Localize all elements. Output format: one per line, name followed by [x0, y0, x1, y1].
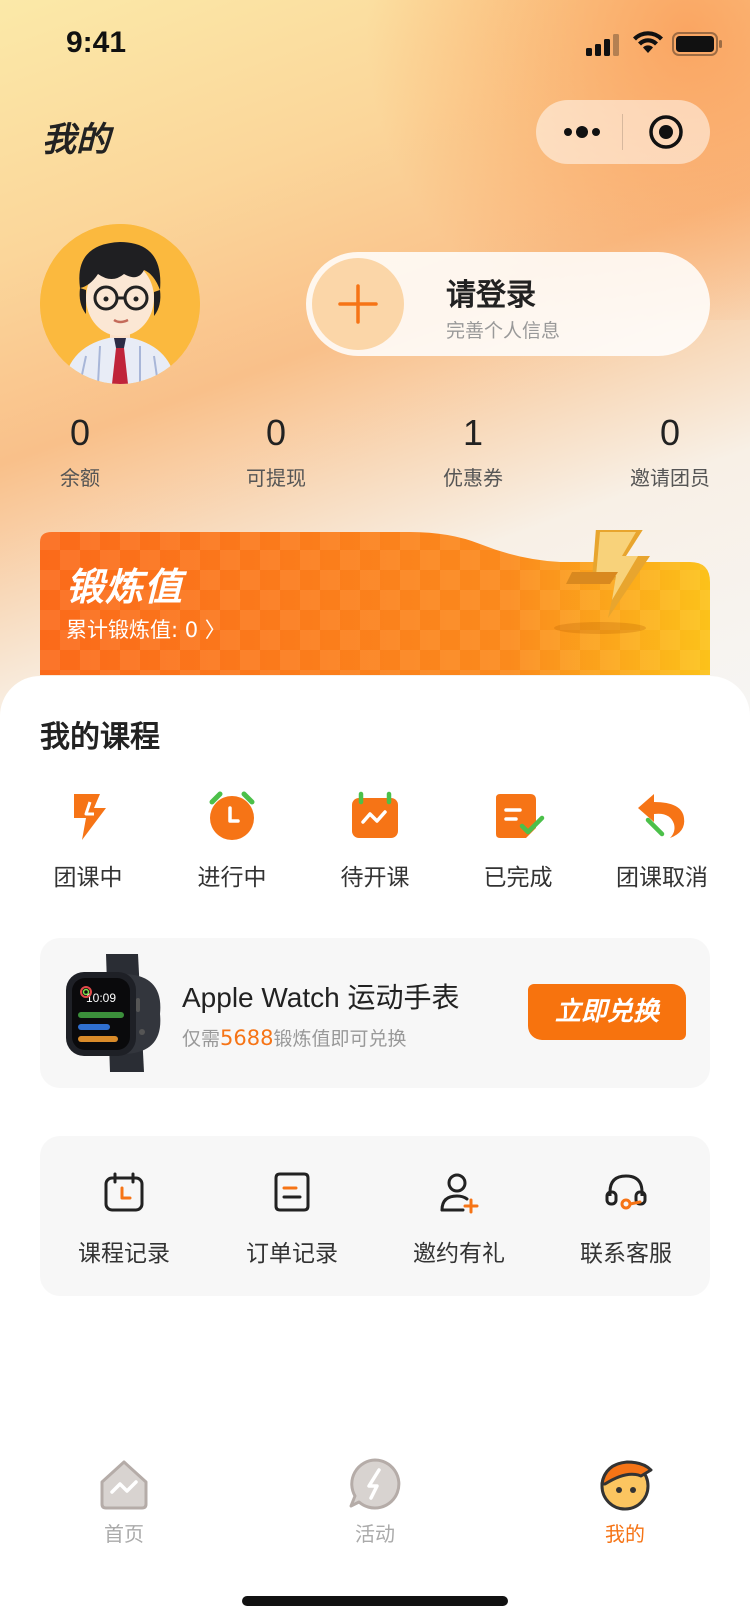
stat-value: 0 [69, 412, 91, 453]
promo-points-value: 5688 [220, 1026, 274, 1050]
home-indicator [242, 1596, 508, 1606]
exercise-value-banner[interactable]: 锻炼值 累计锻炼值: 0 〉 [40, 530, 710, 675]
lightning-icon [74, 794, 106, 840]
stat-balance[interactable]: 0 余额 [10, 410, 150, 491]
tool-label: 订单记录 [246, 1241, 338, 1267]
add-user-icon [440, 1173, 479, 1214]
cellular-signal-icon [586, 34, 619, 56]
alarm-clock-icon [209, 791, 255, 840]
banner-subtitle[interactable]: 累计锻炼值: 0 〉 [66, 614, 226, 644]
activity-icon [349, 1458, 401, 1510]
course-pending[interactable]: 待开课 [303, 788, 447, 892]
tab-activity[interactable]: 活动 [315, 1456, 435, 1547]
login-plus-button[interactable] [312, 258, 404, 350]
tool-invite-gift[interactable]: 邀约有礼 [375, 1170, 543, 1268]
bottom-tab-bar: 首页 活动 我的 [0, 1456, 750, 1576]
tool-order-records[interactable]: 订单记录 [208, 1170, 376, 1268]
stat-coupons[interactable]: 1 优惠券 [403, 410, 543, 491]
document-check-icon [496, 794, 545, 838]
course-item-label: 待开课 [340, 865, 410, 891]
course-item-label: 已完成 [483, 865, 553, 891]
tab-label: 我的 [605, 1522, 645, 1546]
stat-value: 0 [659, 412, 681, 453]
login-title[interactable]: 请登录 [446, 270, 536, 314]
undo-arrow-icon [638, 794, 685, 838]
headset-icon [605, 1174, 647, 1210]
course-status-row: 团课中 进行中 待开课 已完成 团课取消 [0, 788, 750, 898]
mine-icon [600, 1460, 653, 1511]
close-target-icon[interactable] [648, 114, 684, 150]
mini-program-capsule [536, 100, 710, 164]
login-card[interactable]: 请登录 完善个人信息 [306, 252, 710, 356]
tool-label: 课程记录 [78, 1241, 170, 1267]
tab-home[interactable]: 首页 [64, 1456, 184, 1547]
stat-withdrawable[interactable]: 0 可提现 [206, 410, 346, 491]
account-stats: 0 余额 0 可提现 1 优惠券 0 邀请团员 [0, 410, 750, 500]
course-grouping[interactable]: 团课中 [16, 788, 160, 892]
plus-icon [338, 284, 378, 324]
avatar[interactable] [40, 224, 200, 384]
tool-label: 邀约有礼 [413, 1241, 505, 1267]
stat-label: 邀请团员 [630, 466, 710, 490]
redeem-now-button[interactable]: 立即兑换 [528, 984, 686, 1040]
stat-label: 优惠券 [443, 466, 503, 490]
stat-invited-members[interactable]: 0 邀请团员 [600, 410, 740, 491]
course-in-progress[interactable]: 进行中 [160, 788, 304, 892]
tool-label: 联系客服 [580, 1241, 672, 1267]
stat-value: 0 [265, 412, 287, 453]
tab-label: 首页 [104, 1522, 144, 1546]
course-cancelled[interactable]: 团课取消 [590, 788, 734, 892]
calendar-outline-icon [104, 1172, 144, 1212]
status-bar: 9:41 [0, 0, 750, 88]
tool-customer-service[interactable]: 联系客服 [542, 1170, 710, 1268]
course-item-label: 团课取消 [616, 865, 708, 891]
calendar-icon [352, 791, 398, 838]
promo-sub-suffix: 锻炼值即可兑换 [273, 1028, 407, 1050]
service-tools: 课程记录 订单记录 邀约有礼 联系客服 [40, 1136, 710, 1296]
avatar-illustration [40, 224, 200, 384]
course-item-label: 团课中 [53, 865, 123, 891]
banner-title: 锻炼值 [66, 565, 184, 609]
course-completed[interactable]: 已完成 [446, 788, 590, 892]
course-item-label: 进行中 [197, 865, 267, 891]
tab-label: 活动 [355, 1522, 395, 1546]
more-dots-icon[interactable] [562, 122, 602, 142]
stat-value: 1 [462, 412, 484, 453]
battery-icon [672, 32, 722, 56]
promo-title: Apple Watch 运动手表 [182, 982, 460, 1013]
status-time: 9:41 [66, 26, 127, 59]
home-icon [100, 1460, 148, 1510]
capsule-divider [622, 114, 623, 150]
apple-watch-image: 10:09 [66, 954, 161, 1072]
apple-watch-promo[interactable]: 10:09 Apple Watch 运动手表 仅需5688锻炼值即可兑换 立即兑… [40, 938, 710, 1088]
wifi-icon [633, 31, 663, 53]
stat-label: 可提现 [246, 466, 306, 490]
promo-subtitle: 仅需5688锻炼值即可兑换 [182, 1024, 406, 1051]
login-subtitle: 完善个人信息 [446, 320, 561, 342]
stat-label: 余额 [60, 466, 100, 490]
tool-course-records[interactable]: 课程记录 [40, 1170, 208, 1268]
promo-sub-prefix: 仅需 [182, 1028, 221, 1050]
my-courses-title: 我的课程 [40, 720, 160, 755]
page-title: 我的 [42, 120, 110, 160]
tab-mine[interactable]: 我的 [565, 1456, 685, 1547]
order-icon [274, 1172, 310, 1212]
